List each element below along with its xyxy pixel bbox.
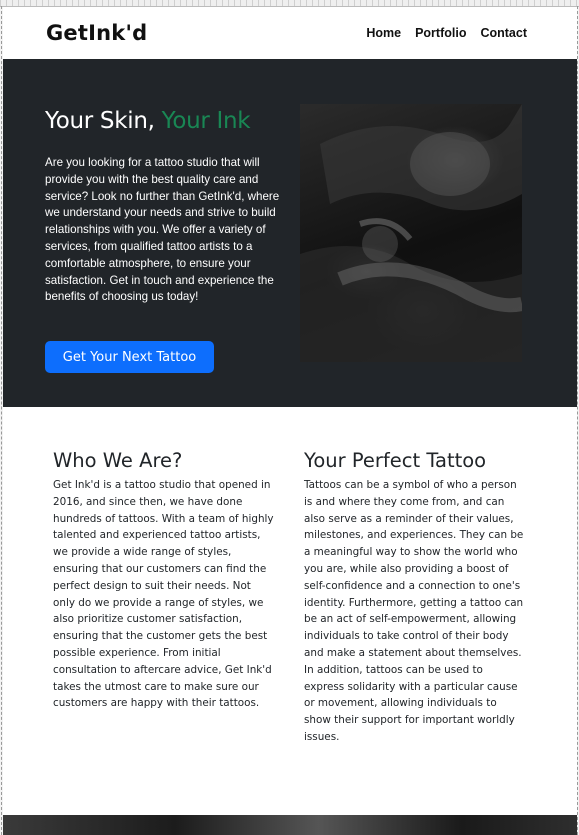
left-guide	[1, 6, 2, 835]
gallery-image-strip	[3, 815, 577, 835]
hero-title: Your Skin, Your Ink	[45, 108, 251, 134]
who-we-are-title: Who We Are?	[53, 449, 183, 472]
nav-links: Home Portfolio Contact	[366, 26, 527, 40]
nav-link-portfolio[interactable]: Portfolio	[415, 26, 466, 40]
tattoo-artist-photo	[300, 104, 522, 362]
hero-title-accent: Your Ink	[161, 108, 251, 134]
nav-link-contact[interactable]: Contact	[480, 26, 527, 40]
web-page: GetInk'd Home Portfolio Contact Your Ski…	[3, 7, 577, 835]
hero-paragraph: Are you looking for a tattoo studio that…	[45, 156, 280, 304]
hero-title-main: Your Skin,	[45, 108, 162, 134]
navbar: GetInk'd Home Portfolio Contact	[3, 7, 577, 59]
perfect-tattoo-title: Your Perfect Tattoo	[304, 449, 487, 472]
right-guide	[577, 6, 578, 835]
perfect-tattoo-text: Tattoos can be a symbol of who a person …	[304, 479, 524, 743]
who-we-are-text: Get Ink'd is a tattoo studio that opened…	[53, 479, 274, 710]
get-tattoo-button[interactable]: Get Your Next Tattoo	[45, 341, 214, 373]
brand-logo[interactable]: GetInk'd	[46, 21, 147, 45]
hero-section: Your Skin, Your Ink Are you looking for …	[3, 59, 577, 407]
top-ruler	[0, 0, 579, 7]
nav-link-home[interactable]: Home	[366, 26, 401, 40]
